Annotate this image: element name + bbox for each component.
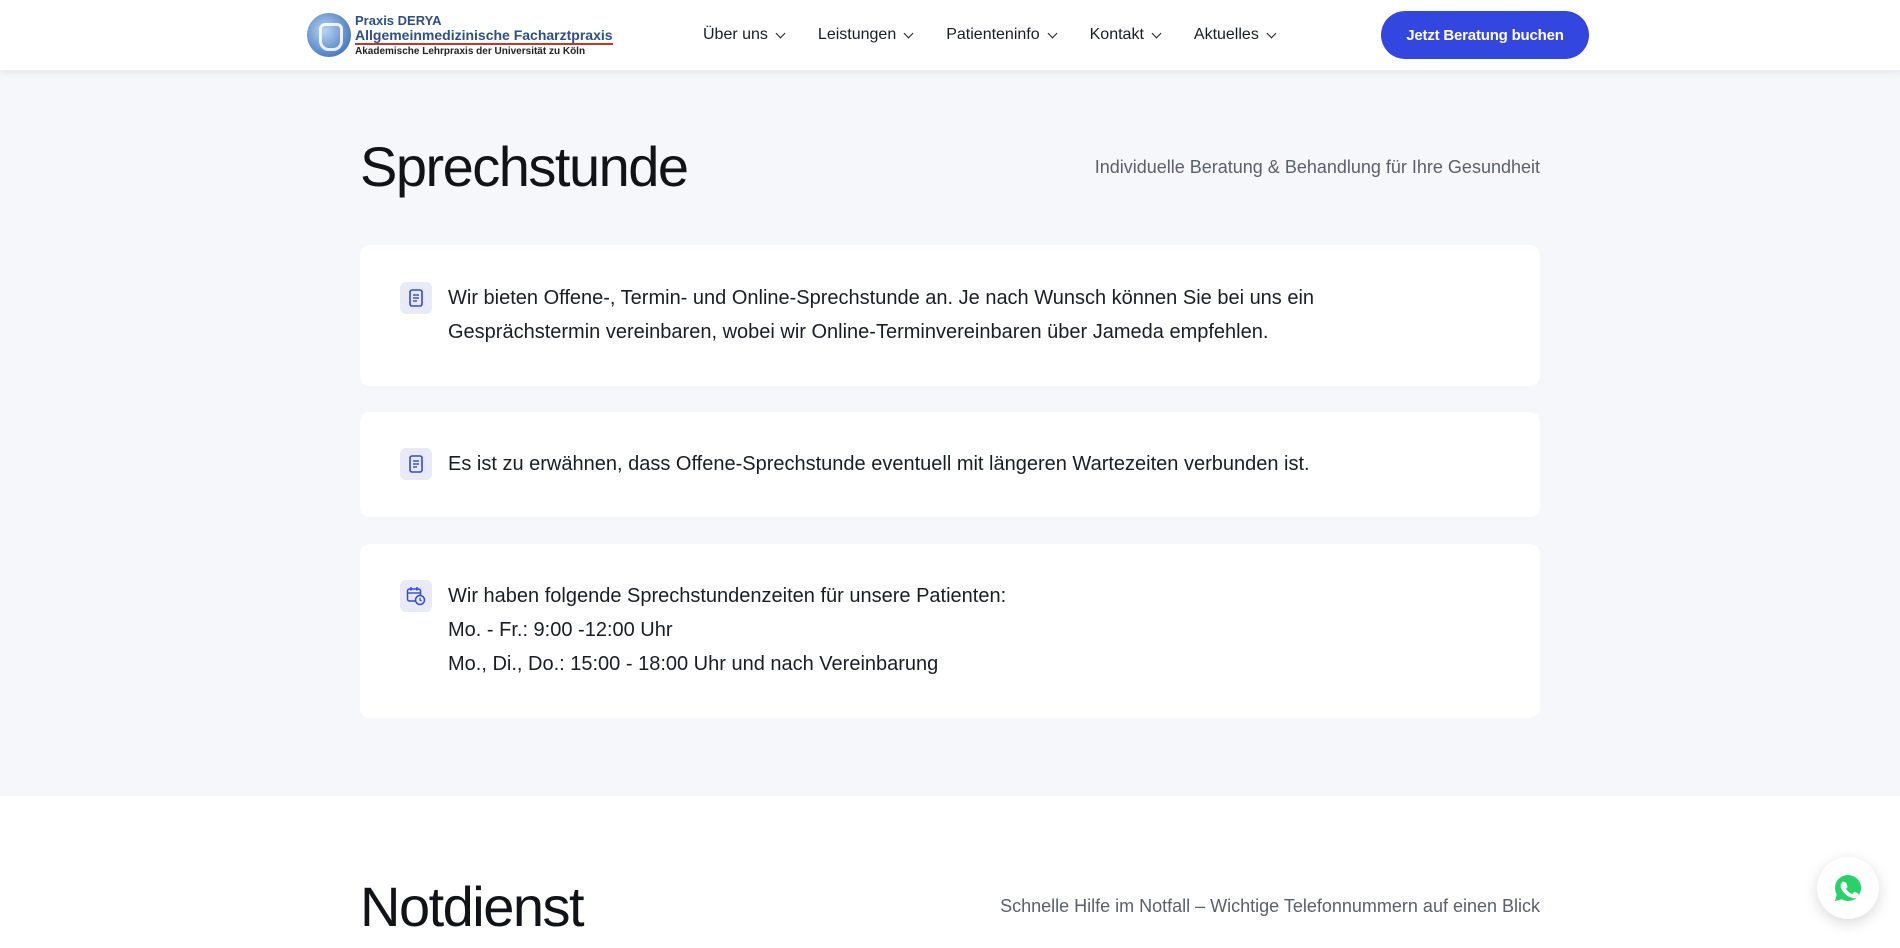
nav-item-label: Patienteninfo [946, 26, 1040, 43]
logo-tagline: Akademische Lehrpraxis der Universität z… [355, 45, 586, 57]
section-subtitle: Individuelle Beratung & Behandlung für I… [1094, 157, 1540, 177]
whatsapp-icon [1835, 875, 1862, 901]
document-icon [400, 282, 432, 314]
section-subtitle: Schnelle Hilfe im Notfall – Wichtige Tel… [1000, 896, 1540, 916]
nav-item-ueber-uns[interactable]: Über uns [703, 26, 786, 44]
chevron-down-icon [1151, 28, 1162, 38]
logo-emblem-icon [307, 13, 351, 57]
nav-item-patienteninfo[interactable]: Patienteninfo [946, 26, 1058, 44]
section-title: Sprechstunde [360, 135, 689, 198]
chevron-down-icon [775, 28, 786, 38]
nav-item-kontakt[interactable]: Kontakt [1089, 26, 1162, 44]
hours-morning: Mo. - Fr.: 9:00 -12:00 Uhr [448, 619, 673, 641]
chevron-down-icon [903, 28, 914, 38]
whatsapp-button[interactable] [1817, 857, 1879, 919]
section-title: Notdienst [360, 875, 585, 938]
notdienst-section: Notdienst Schnelle Hilfe im Notfall – Wi… [0, 796, 1900, 948]
nav-item-label: Aktuelles [1193, 26, 1259, 43]
hours-intro: Wir haben folgende Sprechstundenzeiten f… [448, 585, 1007, 607]
nav-item-aktuelles[interactable]: Aktuelles [1193, 26, 1277, 44]
chevron-down-icon [1047, 28, 1058, 38]
nav-item-label: Über uns [703, 26, 768, 43]
info-card: Wir bieten Offene-, Termin- und Online-S… [360, 245, 1540, 386]
nav-item-leistungen[interactable]: Leistungen [817, 26, 914, 44]
nav-item-label: Leistungen [817, 26, 897, 43]
opening-hours-card: Wir haben folgende Sprechstundenzeiten f… [360, 544, 1540, 718]
chevron-down-icon [1266, 28, 1277, 38]
logo-subtitle: Allgemeinmedizinische Facharztpraxis [355, 26, 613, 45]
calendar-clock-icon [400, 580, 432, 612]
card-text: Es ist zu erwähnen, dass Offene-Sprechst… [448, 453, 1310, 475]
nav-item-label: Kontakt [1089, 26, 1144, 43]
card-text: Wir bieten Offene-, Termin- und Online-S… [448, 287, 1315, 343]
sprechstunde-section: Sprechstunde Individuelle Beratung & Beh… [0, 70, 1900, 796]
book-consultation-button[interactable]: Jetzt Beratung buchen [1381, 11, 1589, 59]
info-card: Es ist zu erwähnen, dass Offene-Sprechst… [360, 412, 1540, 517]
document-icon [400, 448, 432, 480]
site-header: Praxis DERYA Allgemeinmedizinische Facha… [0, 0, 1900, 70]
logo-title: Praxis DERYA [355, 12, 442, 28]
main-nav: Über uns Leistungen Patienteninfo Kontak… [703, 0, 1309, 70]
hours-afternoon: Mo., Di., Do.: 15:00 - 18:00 Uhr und nac… [448, 653, 939, 675]
logo[interactable]: Praxis DERYA Allgemeinmedizinische Facha… [307, 10, 613, 60]
